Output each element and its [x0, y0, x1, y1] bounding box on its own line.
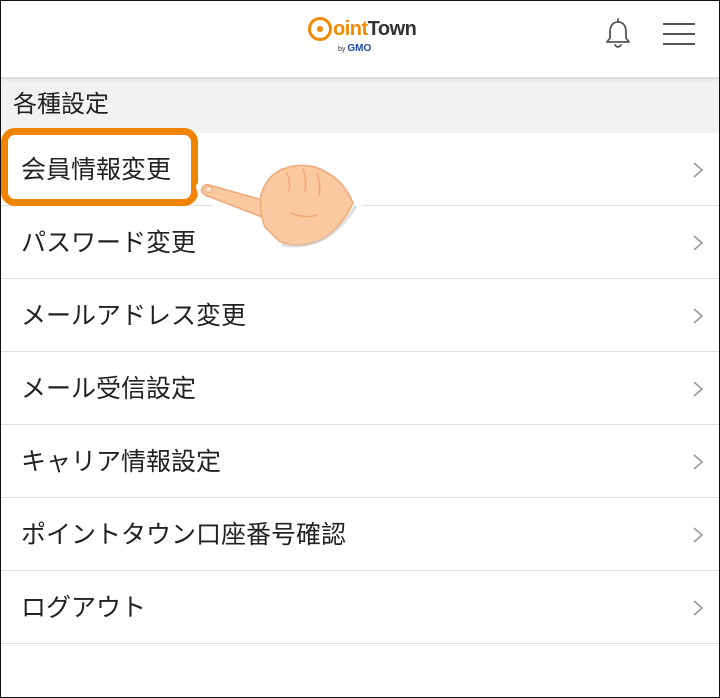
menu-item-logout[interactable]: ログアウト	[1, 571, 719, 644]
logo-text: ointTown	[333, 16, 417, 42]
logo-text-town: Town	[367, 18, 417, 40]
logo-company: GMO	[347, 43, 372, 54]
menu-item-account-number[interactable]: ポイントタウン口座番号確認	[1, 498, 719, 571]
pointtown-logo[interactable]: ointTown by GMO	[308, 16, 420, 56]
chevron-right-icon	[693, 162, 704, 178]
screen: ointTown by GMO 各種設定 会員情報変更 パスワード変更 メールア…	[0, 0, 720, 698]
page-title: 各種設定	[13, 90, 109, 118]
bell-icon[interactable]	[601, 17, 635, 51]
menu-item-email-address[interactable]: メールアドレス変更	[1, 279, 719, 352]
logo-by: by	[338, 46, 346, 53]
chevron-right-icon	[693, 600, 704, 616]
menu-item-carrier-settings[interactable]: キャリア情報設定	[1, 425, 719, 498]
chevron-right-icon	[693, 454, 704, 470]
app-header: ointTown by GMO	[1, 1, 719, 77]
chevron-right-icon	[693, 381, 704, 397]
chevron-right-icon	[693, 308, 704, 324]
pointing-hand-icon	[196, 158, 362, 254]
logo-p-mark-icon	[308, 17, 332, 41]
menu-item-label: キャリア情報設定	[21, 447, 222, 476]
section-header: 各種設定	[1, 77, 719, 133]
menu-item-label: メール受信設定	[21, 374, 197, 403]
menu-item-label: メールアドレス変更	[21, 301, 247, 330]
logo-wordmark: ointTown	[308, 16, 417, 42]
chevron-right-icon	[693, 235, 704, 251]
chevron-right-icon	[693, 527, 704, 543]
hamburger-menu-icon[interactable]	[663, 21, 695, 47]
menu-item-label: ポイントタウン口座番号確認	[21, 520, 347, 549]
logo-text-oint: oint	[333, 18, 368, 40]
menu-item-email-settings[interactable]: メール受信設定	[1, 352, 719, 425]
menu-item-label: パスワード変更	[21, 228, 197, 257]
menu-item-label: ログアウト	[21, 593, 147, 622]
highlight-box	[1, 128, 198, 206]
logo-byline: by GMO	[338, 43, 371, 56]
